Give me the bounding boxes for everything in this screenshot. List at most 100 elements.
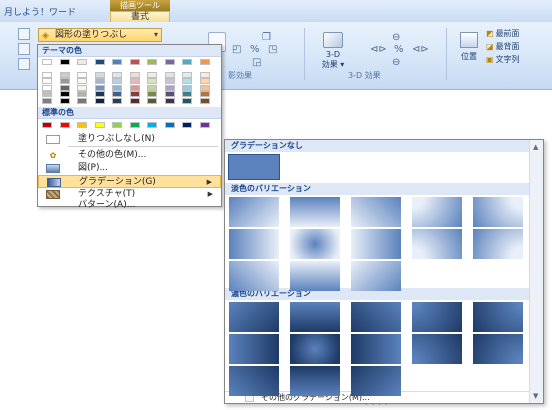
standard-color-swatch[interactable] bbox=[94, 122, 105, 128]
dark-gradient-variation[interactable] bbox=[229, 302, 279, 332]
send-to-back-button[interactable]: ◪ 最背面 bbox=[486, 41, 552, 53]
theme-color-swatch[interactable] bbox=[59, 91, 70, 98]
theme-color-swatch[interactable] bbox=[129, 59, 140, 65]
theme-color-swatch[interactable] bbox=[94, 84, 105, 91]
theme-color-swatch[interactable] bbox=[94, 71, 105, 78]
theme-color-swatch[interactable] bbox=[199, 71, 210, 78]
light-gradient-variation[interactable] bbox=[351, 229, 401, 259]
theme-color-swatch[interactable] bbox=[59, 71, 70, 78]
theme-color-swatch[interactable] bbox=[164, 59, 175, 65]
light-gradient-variation[interactable] bbox=[351, 261, 401, 291]
light-gradient-variation[interactable] bbox=[229, 197, 279, 227]
theme-color-swatch[interactable] bbox=[94, 78, 105, 85]
theme-color-swatch[interactable] bbox=[147, 98, 157, 104]
theme-color-swatch[interactable] bbox=[129, 91, 140, 98]
theme-color-swatch[interactable] bbox=[199, 59, 210, 65]
light-gradient-variation[interactable] bbox=[351, 197, 401, 227]
theme-color-swatch[interactable] bbox=[164, 78, 175, 85]
theme-color-swatch[interactable] bbox=[94, 59, 105, 65]
theme-color-swatch[interactable] bbox=[42, 78, 52, 85]
position-button[interactable]: 位置 bbox=[454, 32, 484, 76]
theme-color-swatch[interactable] bbox=[59, 98, 70, 104]
theme-color-swatch[interactable] bbox=[164, 91, 175, 98]
theme-color-swatch[interactable] bbox=[129, 84, 140, 91]
theme-color-swatch[interactable] bbox=[199, 91, 210, 98]
standard-color-swatch[interactable] bbox=[182, 122, 192, 128]
dark-gradient-variation[interactable] bbox=[351, 302, 401, 332]
theme-color-swatch[interactable] bbox=[112, 78, 122, 85]
dark-gradient-variation[interactable] bbox=[229, 334, 279, 364]
theme-color-swatch[interactable] bbox=[147, 84, 157, 91]
three-d-effects-button[interactable]: 3-D 効果 ▾ bbox=[318, 32, 348, 72]
dark-gradient-variation[interactable] bbox=[229, 366, 279, 396]
theme-color-swatch[interactable] bbox=[164, 98, 175, 104]
tilt-down-icon[interactable]: ⊖ bbox=[392, 57, 400, 68]
theme-color-swatch[interactable] bbox=[182, 91, 192, 98]
nudge-down-icon[interactable]: ◲ bbox=[252, 57, 261, 68]
light-gradient-variation[interactable] bbox=[290, 197, 340, 227]
theme-color-swatch[interactable] bbox=[182, 98, 192, 104]
theme-color-swatch[interactable] bbox=[147, 59, 157, 65]
resize-grip-icon[interactable]: • • • • bbox=[365, 402, 389, 408]
theme-color-swatch[interactable] bbox=[77, 91, 87, 98]
theme-color-swatch[interactable] bbox=[112, 59, 122, 65]
dark-gradient-variation[interactable] bbox=[412, 334, 462, 364]
theme-color-swatch[interactable] bbox=[147, 78, 157, 85]
tilt-right-icon[interactable]: ⊲⊳ bbox=[412, 44, 429, 55]
theme-color-swatch[interactable] bbox=[199, 98, 210, 104]
theme-color-swatch[interactable] bbox=[77, 71, 87, 78]
dark-gradient-variation[interactable] bbox=[473, 334, 523, 364]
theme-color-swatch[interactable] bbox=[42, 59, 52, 65]
theme-color-swatch[interactable] bbox=[94, 91, 105, 98]
theme-color-swatch[interactable] bbox=[42, 71, 52, 78]
light-gradient-variation[interactable] bbox=[412, 197, 462, 227]
shape-fill-button[interactable]: ◈ 図形の塗りつぶし ▾ bbox=[38, 28, 162, 42]
theme-color-swatch[interactable] bbox=[42, 98, 52, 104]
light-gradient-variation[interactable] bbox=[473, 197, 523, 227]
theme-color-swatch[interactable] bbox=[77, 98, 87, 104]
no-gradient-swatch[interactable] bbox=[228, 154, 280, 180]
theme-color-swatch[interactable] bbox=[182, 84, 192, 91]
theme-color-swatch[interactable] bbox=[129, 98, 140, 104]
dark-gradient-variation[interactable] bbox=[351, 366, 401, 396]
theme-color-swatch[interactable] bbox=[94, 98, 105, 104]
scroll-up-icon[interactable]: ▲ bbox=[533, 143, 538, 151]
pattern-menu-item[interactable]: パターン(A)... bbox=[38, 200, 221, 210]
theme-color-swatch[interactable] bbox=[199, 78, 210, 85]
light-gradient-variation[interactable] bbox=[290, 261, 340, 291]
theme-color-swatch[interactable] bbox=[77, 84, 87, 91]
standard-color-swatch[interactable] bbox=[164, 122, 175, 128]
theme-color-swatch[interactable] bbox=[77, 78, 87, 85]
standard-color-swatch[interactable] bbox=[129, 122, 140, 128]
theme-color-swatch[interactable] bbox=[182, 71, 192, 78]
theme-color-swatch[interactable] bbox=[59, 84, 70, 91]
light-gradient-variation[interactable] bbox=[229, 229, 279, 259]
tilt-up-icon[interactable]: ⊖ bbox=[392, 32, 400, 43]
theme-color-swatch[interactable] bbox=[112, 98, 122, 104]
standard-color-swatch[interactable] bbox=[77, 122, 87, 128]
standard-color-swatch[interactable] bbox=[112, 122, 122, 128]
standard-color-swatch[interactable] bbox=[59, 122, 70, 128]
theme-color-swatch[interactable] bbox=[59, 59, 70, 65]
light-gradient-variation[interactable] bbox=[412, 229, 462, 259]
light-gradient-variation[interactable] bbox=[473, 229, 523, 259]
nudge-left-icon[interactable]: ◰ bbox=[232, 44, 241, 55]
theme-color-swatch[interactable] bbox=[147, 91, 157, 98]
tilt-left-icon[interactable]: ⊲⊳ bbox=[370, 44, 387, 55]
gallery-down-button[interactable] bbox=[18, 43, 30, 55]
dark-gradient-variation[interactable] bbox=[412, 302, 462, 332]
light-gradient-variation[interactable] bbox=[229, 261, 279, 291]
theme-color-swatch[interactable] bbox=[112, 84, 122, 91]
more-colors-menu-item[interactable]: ✿ その他の色(M)... bbox=[38, 149, 221, 162]
submenu-scrollbar[interactable]: ▲ ▼ bbox=[529, 140, 543, 403]
shadow-on-off-icon[interactable]: ❐ bbox=[262, 32, 271, 43]
dark-gradient-variation[interactable] bbox=[473, 302, 523, 332]
dark-gradient-variation[interactable] bbox=[290, 366, 340, 396]
gallery-up-button[interactable] bbox=[18, 28, 30, 40]
text-wrapping-button[interactable]: ▣ 文字列 bbox=[486, 54, 552, 66]
theme-color-swatch[interactable] bbox=[77, 59, 87, 65]
standard-color-swatch[interactable] bbox=[42, 122, 52, 128]
theme-color-swatch[interactable] bbox=[42, 91, 52, 98]
theme-color-swatch[interactable] bbox=[129, 78, 140, 85]
theme-color-swatch[interactable] bbox=[59, 78, 70, 85]
